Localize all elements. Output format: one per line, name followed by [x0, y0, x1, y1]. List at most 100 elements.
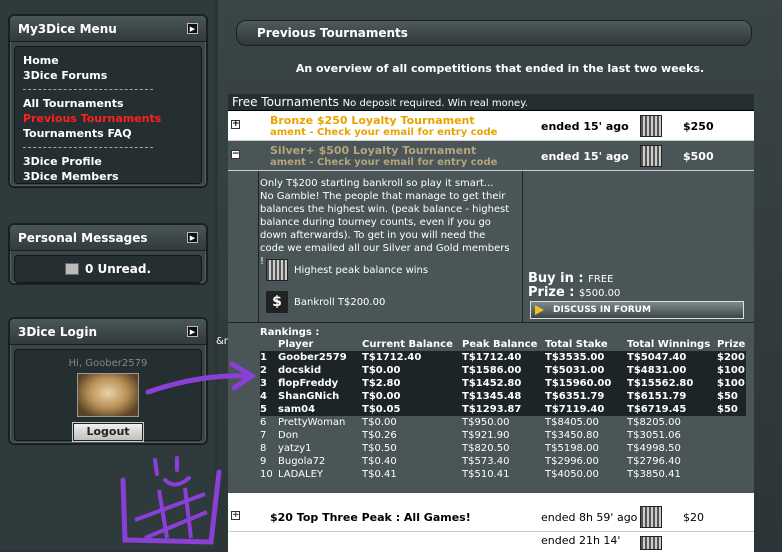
main-content: Previous Tournaments An overview of all …: [216, 0, 782, 550]
ranking-current-balance: T$0.40: [362, 455, 462, 468]
collapse-arrow-icon[interactable]: ▶: [187, 23, 198, 34]
tournament-description: Only T$200 starting bankroll so play it …: [260, 178, 510, 267]
menu-item-forums[interactable]: 3Dice Forums: [23, 68, 193, 83]
ranking-rank: 8: [260, 442, 278, 455]
ranking-current-balance: T$2.80: [362, 377, 462, 390]
ranking-total-winnings: T$8205.00: [627, 416, 717, 429]
ranking-player-name: Bugola72: [278, 455, 362, 468]
tournament-row-partial[interactable]: ended 21h 14': [228, 532, 754, 552]
tournament-table: Free Tournaments No deposit required. Wi…: [228, 94, 754, 550]
ranking-prize: [717, 442, 746, 455]
unread-count[interactable]: 0 Unread.: [85, 262, 151, 276]
avatar: [77, 373, 139, 417]
login-body: Hi, Goober2579 Logout: [14, 349, 202, 441]
collapse-arrow-icon[interactable]: ▶: [187, 232, 198, 243]
more-tournaments: + $20 Top Three Peak : All Games! ended …: [228, 502, 754, 552]
feature-bankroll: $ Bankroll T$200.00: [266, 291, 385, 313]
menu-list: Home 3Dice Forums All Tournaments Previo…: [14, 46, 202, 184]
collapse-arrow-icon[interactable]: ▶: [187, 326, 198, 337]
dollar-icon: $: [266, 291, 288, 313]
logout-button[interactable]: Logout: [73, 423, 143, 441]
collapse-toggle-icon[interactable]: −: [231, 150, 240, 159]
ranking-row: 6 PrettyWoman T$0.00 T$950.00 T$8405.00 T$820…: [260, 416, 746, 429]
tournament-row[interactable]: + Bronze $250 Loyalty Tournament ament -…: [228, 111, 754, 141]
menu-item-profile[interactable]: 3Dice Profile: [23, 154, 193, 169]
ranking-total-stake: T$15960.00: [545, 377, 627, 390]
ranking-prize: $50: [717, 403, 746, 416]
ranking-row: 8 yatzy1 T$0.50 T$820.50 T$5198.00 T$4998.50: [260, 442, 746, 455]
rankings-section: Rankings : Player Current Balance Peak B…: [228, 323, 754, 493]
col-total-winnings: Total Winnings: [627, 339, 711, 350]
buyin-info: Buy in : FREE: [528, 271, 613, 286]
tournament-detail: Only T$200 starting bankroll so play it …: [228, 171, 754, 323]
ranking-total-stake: T$3450.80: [545, 429, 627, 442]
ranking-total-stake: T$8405.00: [545, 416, 627, 429]
expand-toggle-icon[interactable]: +: [231, 120, 240, 129]
ranking-peak-balance: T$510.41: [462, 468, 545, 481]
ranking-total-stake: T$5198.00: [545, 442, 627, 455]
col-total-stake: Total Stake: [545, 339, 608, 350]
ranking-total-winnings: T$5047.40: [627, 351, 717, 364]
ranking-peak-balance: T$1712.40: [462, 351, 545, 364]
ranking-total-stake: T$2996.00: [545, 455, 627, 468]
ranking-prize: [717, 416, 746, 429]
menu-item-all-tournaments[interactable]: All Tournaments: [23, 96, 193, 111]
ranking-peak-balance: T$820.50: [462, 442, 545, 455]
messages-panel-header: Personal Messages ▶: [10, 225, 206, 251]
game-grid-icon: [266, 259, 288, 281]
ranking-peak-balance: T$1345.48: [462, 390, 545, 403]
tournament-name[interactable]: $20 Top Three Peak : All Games!: [270, 511, 471, 524]
divider: [258, 171, 259, 323]
messages-title: Personal Messages: [18, 230, 148, 245]
col-current-balance: Current Balance: [362, 339, 453, 350]
game-grid-icon: [640, 536, 662, 550]
ranking-prize: $100: [717, 364, 746, 377]
ranking-player-name: Goober2579: [278, 351, 362, 364]
expand-toggle-icon[interactable]: +: [231, 511, 240, 520]
ranking-prize: $50: [717, 390, 746, 403]
tournament-row-expanded[interactable]: − Silver+ $500 Loyalty Tournament ament …: [228, 141, 754, 171]
menu-item-tournaments-faq[interactable]: Tournaments FAQ: [23, 126, 193, 141]
ranking-player-name: ShanGNich: [278, 390, 362, 403]
ranking-current-balance: T$0.05: [362, 403, 462, 416]
ranking-row: 4 ShanGNich T$0.00 T$1345.48 T$6351.79 T$6151…: [260, 390, 746, 403]
menu-item-members[interactable]: 3Dice Members: [23, 169, 193, 184]
ranking-total-winnings: T$6719.45: [627, 403, 717, 416]
ranking-peak-balance: T$950.00: [462, 416, 545, 429]
login-panel: 3Dice Login ▶ Hi, Goober2579 Logout: [8, 317, 208, 445]
feature-text: Bankroll T$200.00: [294, 296, 386, 308]
tournament-row[interactable]: + $20 Top Three Peak : All Games! ended …: [228, 502, 754, 532]
game-grid-icon: [640, 506, 662, 528]
ranking-rank: 2: [260, 364, 278, 377]
ranking-prize: [717, 455, 746, 468]
menu-divider: [23, 89, 153, 90]
ranking-row: 9 Bugola72 T$0.40 T$573.40 T$2996.00 T$2796.4…: [260, 455, 746, 468]
menu-panel-header: My3Dice Menu ▶: [10, 16, 206, 42]
ranking-player-name: Don: [278, 429, 362, 442]
envelope-icon: [64, 263, 79, 275]
menu-item-previous-tournaments[interactable]: Previous Tournaments: [23, 111, 193, 126]
divider: [522, 171, 523, 323]
prize-value: $500.00: [579, 288, 621, 299]
tournament-name[interactable]: Bronze $250 Loyalty Tournament: [270, 114, 475, 127]
ranking-player-name: LADALEY: [278, 468, 362, 481]
ranking-player-name: docskid: [278, 364, 362, 377]
menu-item-home[interactable]: Home: [23, 53, 193, 68]
discuss-in-forum-button[interactable]: DISCUSS IN FORUM: [530, 301, 744, 319]
ranking-total-winnings: T$15562.80: [627, 377, 717, 390]
ranking-current-balance: T$1712.40: [362, 351, 462, 364]
ranking-row: 1 Goober2579 T$1712.40 T$1712.40 T$3535.00 T$…: [260, 351, 746, 364]
ranking-rank: 10: [260, 468, 278, 481]
ranking-total-winnings: T$6151.79: [627, 390, 717, 403]
ranking-prize: $100: [717, 377, 746, 390]
messages-body[interactable]: 0 Unread.: [14, 255, 202, 283]
buyin-label: Buy in :: [528, 271, 584, 286]
ranking-player-name: flopFreddy: [278, 377, 362, 390]
ranking-current-balance: T$0.50: [362, 442, 462, 455]
ranking-total-winnings: T$4998.50: [627, 442, 717, 455]
ranking-rank: 6: [260, 416, 278, 429]
menu-divider: [23, 147, 153, 148]
prize-label: Prize :: [528, 285, 575, 300]
login-panel-header: 3Dice Login ▶: [10, 319, 206, 345]
tournament-name[interactable]: Silver+ $500 Loyalty Tournament: [270, 144, 476, 157]
